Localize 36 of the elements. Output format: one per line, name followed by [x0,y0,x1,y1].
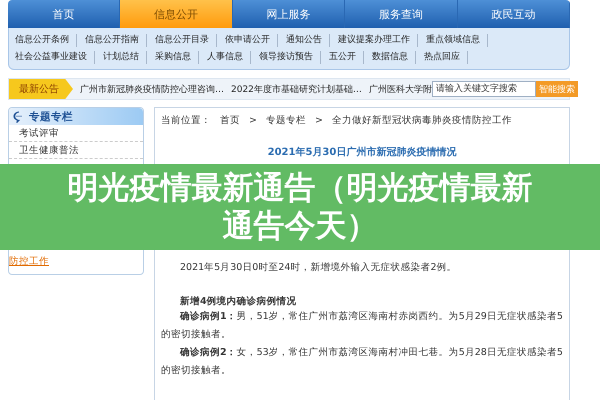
banner-title: 明光疫情最新通告（明光疫情最新通告今天） [66,169,534,245]
article-paragraph: 确诊病例2：女，53岁，常住广州市荔湾区海南村冲田七巷。为5月28日无症状感染者5的密切接触者。 [161,346,563,378]
nav-tab[interactable]: 信息公开 [120,0,233,28]
breadcrumb-link[interactable]: 全力做好新型冠状病毒肺炎疫情防控工作 [332,114,512,127]
article-title: 2021年5月30日广州市新冠肺炎疫情情况 [268,145,456,159]
breadcrumb-link[interactable]: 首页 [220,114,240,127]
submenu-link[interactable]: 计划总结 [103,51,147,64]
submenu-link[interactable]: 人事信息 [207,51,251,64]
article-paragraph: 确诊病例1：男，51岁，常住广州市荔湾区海南村赤岗西约。为5月29日无症状感染者5的密切接触者。 [161,310,563,342]
announcement-link[interactable]: 广州医科大学附 [368,82,432,96]
submenu-link[interactable]: 社会公益事业建设 [15,51,95,64]
submenu-link[interactable]: 信息公开目录 [155,34,217,47]
submenu-link[interactable]: 依申请公开 [225,34,278,47]
submenu-link[interactable]: 信息公开条例 [15,34,77,47]
submenu-link[interactable]: 采购信息 [155,51,199,64]
breadcrumb-separator: > [249,115,257,126]
breadcrumb-link[interactable]: 专题专栏 [266,114,306,127]
search-field[interactable]: 请输入关键文字搜索 [432,81,536,97]
sidebar-link[interactable]: 考试评审 [9,125,143,142]
submenu-link[interactable]: 数据信息 [372,51,416,64]
section-heading: 新增4例境内确诊病例情况 [179,295,298,308]
submenu-link[interactable]: 五公开 [329,51,364,64]
announcement-link[interactable]: 广州市新冠肺炎疫情防控心理咨询… [80,82,224,96]
submenu-link[interactable]: 重点领域信息 [426,34,488,47]
submenu-link[interactable]: 信息公开指南 [85,34,147,47]
breadcrumb-separator: > [314,115,323,126]
article-paragraph: 2021年5月30日0时至24时，新增境外输入无症状感染者2例。 [179,261,458,275]
submenu-link[interactable]: 建议提案办理工作 [338,34,418,47]
sidebar-link[interactable]: 卫生健康普法 [9,142,143,159]
breadcrumb-label: 当前位置： [161,114,211,127]
sidebar-title: 专题专栏 [29,110,73,124]
announcement-link[interactable]: 2022年度市基础研究计划基础… [231,82,362,96]
submenu-link[interactable]: 热点回应 [424,51,468,64]
submenu-link[interactable]: 通知公告 [286,34,330,47]
submenu-link[interactable]: 领导接访预告 [259,51,321,64]
announcement-label: 最新公告 [9,79,73,99]
